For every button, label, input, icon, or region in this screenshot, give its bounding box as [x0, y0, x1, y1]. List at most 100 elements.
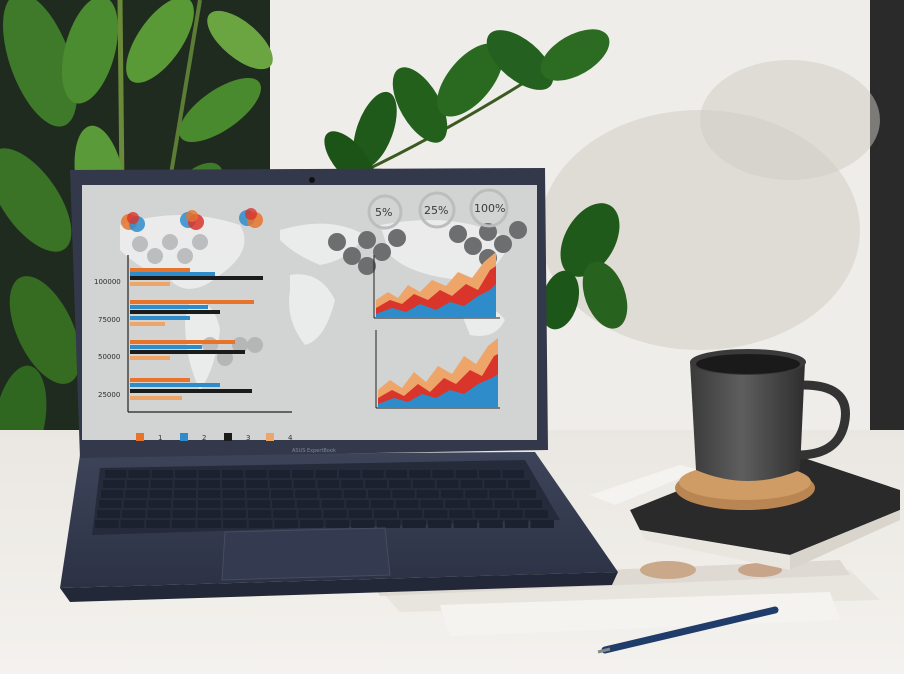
keyboard-key[interactable] — [223, 520, 247, 528]
keyboard-key[interactable] — [222, 510, 246, 518]
keyboard-key[interactable] — [292, 470, 314, 478]
keyboard-key[interactable] — [151, 470, 174, 478]
keyboard-key[interactable] — [389, 480, 411, 488]
keyboard-key[interactable] — [436, 480, 459, 488]
keyboard-key[interactable] — [494, 500, 518, 508]
keyboard-key[interactable] — [346, 500, 369, 508]
keyboard-key[interactable] — [120, 520, 145, 528]
keyboard-key[interactable] — [362, 470, 384, 478]
keyboard-key[interactable] — [175, 470, 197, 478]
keyboard-key[interactable] — [412, 480, 435, 488]
keyboard-key[interactable] — [171, 520, 196, 528]
keyboard-key[interactable] — [221, 470, 244, 478]
keyboard-key[interactable] — [499, 510, 523, 518]
keyboard-key[interactable] — [479, 470, 501, 478]
keyboard-key[interactable] — [295, 490, 318, 498]
keyboard-key[interactable] — [222, 490, 245, 498]
keyboard-key[interactable] — [325, 520, 350, 528]
keyboard-key[interactable] — [432, 470, 454, 478]
keyboard-key[interactable] — [173, 490, 197, 498]
keyboard-key[interactable] — [149, 490, 172, 498]
keyboard-key[interactable] — [247, 500, 270, 508]
keyboard-key[interactable] — [147, 510, 171, 518]
keyboard-key[interactable] — [323, 510, 347, 518]
keyboard-key[interactable] — [524, 510, 548, 518]
keyboard-key[interactable] — [508, 480, 530, 488]
keyboard-key[interactable] — [409, 470, 431, 478]
keyboard-key[interactable] — [197, 500, 221, 508]
keyboard-key[interactable] — [351, 520, 375, 528]
keyboard-key[interactable] — [273, 510, 297, 518]
keyboard-key[interactable] — [385, 470, 408, 478]
keyboard-key[interactable] — [317, 480, 340, 488]
keyboard-key[interactable] — [172, 510, 196, 518]
keyboard-key[interactable] — [519, 500, 542, 508]
keyboard-key[interactable] — [315, 470, 337, 478]
keyboard-key[interactable] — [427, 520, 452, 528]
keyboard-key[interactable] — [392, 490, 415, 498]
touchpad[interactable] — [221, 527, 391, 581]
keyboard-key[interactable] — [248, 520, 273, 528]
keyboard-key[interactable] — [319, 490, 342, 498]
keyboard-key[interactable] — [402, 520, 426, 528]
keyboard-key[interactable] — [128, 470, 150, 478]
keyboard-key[interactable] — [125, 490, 148, 498]
keyboard-key[interactable] — [368, 490, 391, 498]
keyboard-key[interactable] — [465, 490, 488, 498]
keyboard-key[interactable] — [469, 500, 493, 508]
keyboard-key[interactable] — [148, 500, 172, 508]
keyboard-key[interactable] — [479, 520, 503, 528]
keyboard-key[interactable] — [198, 490, 221, 498]
keyboard-key[interactable] — [150, 480, 173, 488]
keyboard-key[interactable] — [343, 490, 367, 498]
keyboard-key[interactable] — [272, 500, 295, 508]
keyboard-key[interactable] — [420, 500, 444, 508]
keyboard-key[interactable] — [424, 510, 448, 518]
keyboard-key[interactable] — [453, 520, 478, 528]
keyboard-key[interactable] — [97, 510, 121, 518]
keyboard-key[interactable] — [246, 480, 268, 488]
keyboard-key[interactable] — [222, 500, 246, 508]
keyboard-key[interactable] — [298, 510, 322, 518]
keyboard-key[interactable] — [445, 500, 468, 508]
keyboard-key[interactable] — [105, 470, 127, 478]
keyboard-key[interactable] — [248, 510, 272, 518]
keyboard-key[interactable] — [126, 480, 149, 488]
keyboard-key[interactable] — [504, 520, 529, 528]
keyboard-key[interactable] — [268, 470, 291, 478]
keyboard-key[interactable] — [399, 510, 423, 518]
keyboard-key[interactable] — [101, 490, 124, 498]
keyboard-key[interactable] — [416, 490, 439, 498]
keyboard-key[interactable] — [245, 470, 267, 478]
keyboard-key[interactable] — [198, 470, 220, 478]
keyboard-key[interactable] — [449, 510, 473, 518]
keyboard-key[interactable] — [197, 510, 221, 518]
keyboard-key[interactable] — [103, 480, 125, 488]
keyboard-key[interactable] — [123, 500, 147, 508]
keyboard-key[interactable] — [484, 480, 507, 488]
keyboard-key[interactable] — [173, 500, 196, 508]
keyboard-key[interactable] — [296, 500, 320, 508]
keyboard-key[interactable] — [197, 520, 221, 528]
keyboard-key[interactable] — [174, 480, 197, 488]
keyboard-key[interactable] — [440, 490, 464, 498]
keyboard-key[interactable] — [530, 520, 554, 528]
keyboard-key[interactable] — [376, 520, 401, 528]
keyboard-key[interactable] — [489, 490, 512, 498]
keyboard-key[interactable] — [269, 480, 292, 488]
keyboard-key[interactable] — [99, 500, 122, 508]
keyboard-key[interactable] — [455, 470, 478, 478]
keyboard-key[interactable] — [341, 480, 364, 488]
keyboard-key[interactable] — [299, 520, 324, 528]
keyboard-key[interactable] — [348, 510, 372, 518]
keyboard-key[interactable] — [274, 520, 298, 528]
keyboard-key[interactable] — [270, 490, 294, 498]
keyboard-key[interactable] — [373, 510, 397, 518]
keyboard-key[interactable] — [395, 500, 419, 508]
keyboard-key[interactable] — [321, 500, 345, 508]
keyboard-key[interactable] — [370, 500, 394, 508]
keyboard-key[interactable] — [502, 470, 524, 478]
keyboard-key[interactable] — [95, 520, 119, 528]
keyboard-key[interactable] — [338, 470, 361, 478]
keyboard-key[interactable] — [222, 480, 244, 488]
